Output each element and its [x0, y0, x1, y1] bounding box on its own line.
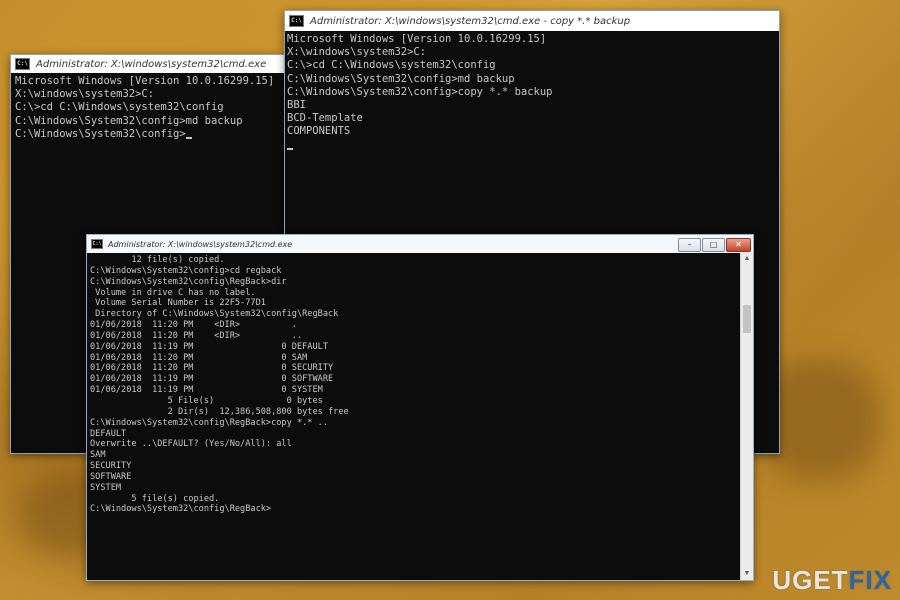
console-line: DEFAULT: [90, 428, 127, 439]
console-line: Volume in drive C has no label.: [90, 287, 256, 298]
watermark-fix: FIX: [848, 565, 892, 595]
cmd-app-icon: C:\: [289, 15, 304, 27]
scroll-down-arrow-icon[interactable]: ▼: [741, 568, 753, 580]
close-button[interactable]: ✕: [726, 238, 751, 252]
cursor-line: [287, 139, 779, 152]
console-line: SECURITY: [90, 461, 132, 472]
text-cursor: [287, 147, 293, 150]
console-line: COMPONENTS: [287, 125, 351, 138]
console-line: 12 file(s) copied.: [90, 255, 225, 265]
console-line: C:\Windows\System32\config>md backup: [287, 72, 515, 85]
console-line: C:\Windows\System32\config>cd regback: [90, 265, 282, 276]
console-line: C:\>cd C:\Windows\system32\config: [287, 59, 496, 72]
watermark-middle: GET: [792, 565, 849, 595]
window-title: Administrator: X:\windows\system32\cmd.e…: [36, 58, 267, 70]
window-title: Administrator: X:\windows\system32\cmd.e…: [108, 239, 293, 249]
window-controls: – □ ✕: [678, 238, 751, 252]
scroll-thumb[interactable]: [743, 305, 751, 333]
console-line: BCD-Template: [287, 112, 363, 125]
console-line: Directory of C:\Windows\System32\config\…: [90, 309, 339, 320]
ugetfix-watermark: UGETFIX: [772, 565, 892, 596]
console-line: 01/06/2018 11:20 PM <DIR> .: [90, 320, 297, 331]
console-line: 01/06/2018 11:19 PM 0 SYSTEM: [90, 385, 323, 396]
console-output[interactable]: 12 file(s) copied. C:\Windows\System32\co…: [87, 253, 741, 580]
cmd-window-front[interactable]: C:\ Administrator: X:\windows\system32\c…: [86, 234, 754, 581]
console-line: 2 Dir(s) 12,386,508,800 bytes free: [90, 406, 349, 417]
console-line: C:\Windows\System32\config>: [15, 128, 284, 141]
console-line: 5 file(s) copied.: [90, 493, 220, 504]
watermark-prefix: U: [772, 565, 793, 595]
console-line: C:\Windows\System32\config\RegBack>copy …: [90, 417, 328, 428]
maximize-button[interactable]: □: [702, 238, 725, 252]
cmd-app-icon: C:\: [91, 239, 103, 249]
title-bar[interactable]: C:\ Administrator: X:\windows\system32\c…: [87, 235, 753, 253]
title-bar[interactable]: C:\ Administrator: X:\windows\system32\c…: [11, 55, 284, 73]
console-line: C:\>cd C:\Windows\system32\config: [15, 101, 224, 114]
vertical-scrollbar[interactable]: ▲ ▼: [740, 253, 753, 580]
console-line: SOFTWARE: [90, 471, 132, 482]
scroll-up-arrow-icon[interactable]: ▲: [741, 253, 753, 265]
console-line: Volume Serial Number is 22F5-77D1: [90, 298, 266, 309]
console-line: SAM: [90, 450, 106, 461]
console-line: C:\Windows\System32\config\RegBack>: [90, 504, 272, 515]
console-line: X:\windows\system32>C:: [287, 46, 427, 59]
console-line: BBI: [287, 99, 306, 112]
title-bar[interactable]: C:\ Administrator: X:\windows\system32\c…: [285, 11, 779, 31]
window-title: Administrator: X:\windows\system32\cmd.e…: [310, 15, 631, 27]
text-cursor: [185, 137, 192, 140]
console-line: Microsoft Windows [Version 10.0.16299.15…: [15, 75, 275, 87]
console-line: SYSTEM: [90, 482, 122, 493]
console-line: X:\windows\system32>C:: [15, 88, 155, 101]
console-line: 01/06/2018 11:19 PM 0 SOFTWARE: [90, 374, 334, 385]
console-line: 01/06/2018 11:20 PM 0 SAM: [90, 352, 308, 363]
console-line: 01/06/2018 11:20 PM 0 SECURITY: [90, 363, 334, 374]
console-line: Overwrite ..\DEFAULT? (Yes/No/All): all: [90, 439, 292, 450]
console-line: Microsoft Windows [Version 10.0.16299.15…: [287, 33, 547, 45]
console-line: C:\Windows\System32\config\RegBack>dir: [90, 276, 287, 287]
console-line: 01/06/2018 11:20 PM <DIR> ..: [90, 330, 303, 341]
console-line: 01/06/2018 11:19 PM 0 DEFAULT: [90, 341, 328, 352]
console-line: C:\Windows\System32\config>copy *.* back…: [287, 85, 553, 98]
console-line: 5 File(s) 0 bytes: [90, 395, 323, 406]
cmd-app-icon: C:\: [15, 58, 30, 70]
console-line: C:\Windows\System32\config>md backup: [15, 114, 243, 127]
minimize-button[interactable]: –: [678, 238, 701, 252]
